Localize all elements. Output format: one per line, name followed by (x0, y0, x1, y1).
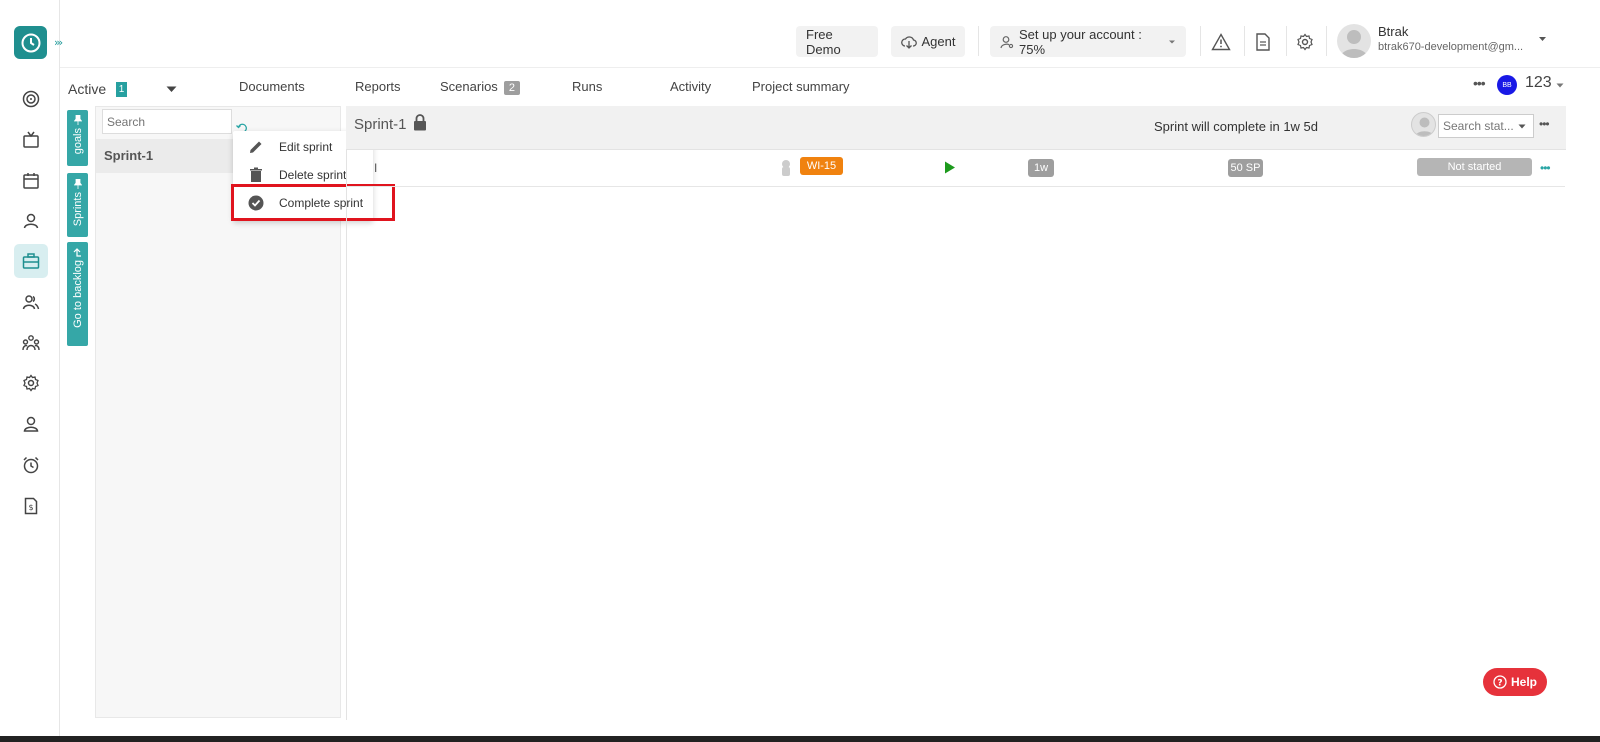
project-caret-icon[interactable] (1556, 83, 1564, 88)
gear-icon[interactable] (1294, 31, 1316, 53)
top-strip (0, 0, 1600, 6)
work-item-name[interactable]: I (374, 161, 377, 175)
tab-reports[interactable]: Reports (355, 79, 401, 94)
sprint-completion-note: Sprint will complete in 1w 5d (1154, 119, 1319, 134)
edit-sprint-label: Edit sprint (279, 139, 333, 154)
agent-button[interactable]: Agent (891, 26, 965, 57)
projects-briefcase-icon[interactable] (14, 244, 48, 278)
sprint-title: Sprint-1 (354, 116, 407, 133)
divider (1244, 26, 1245, 56)
scenarios-count-badge: 2 (503, 81, 520, 95)
cloud-download-icon (900, 35, 917, 49)
tv-icon[interactable] (14, 123, 48, 157)
project-avatar[interactable]: BB (1497, 75, 1517, 95)
sprint-work-items-area (346, 150, 1566, 720)
alarm-clock-icon[interactable] (14, 448, 48, 482)
trash-icon (233, 167, 279, 183)
calendar-icon[interactable] (14, 164, 48, 198)
user-menu-caret-icon[interactable] (1538, 36, 1547, 42)
more-options-icon[interactable]: ••• (1473, 75, 1486, 91)
tab-scenarios-label: Scenarios (440, 79, 498, 94)
sprints-vertical-tab[interactable]: Sprints (67, 173, 88, 237)
help-button[interactable]: ? Help (1483, 668, 1547, 696)
warning-icon[interactable] (1210, 31, 1232, 53)
project-tab-bar: Active 1 Documents Reports Scenarios 2 Ru… (60, 70, 1600, 106)
free-demo-label: Free Demo (806, 26, 841, 57)
work-item-more-icon[interactable]: ••• (1540, 161, 1551, 175)
pin-icon (73, 115, 82, 125)
settings-icon[interactable] (14, 366, 48, 400)
sprint-list-item[interactable]: Sprint-1 (96, 139, 236, 173)
assignee-icon[interactable] (780, 159, 792, 177)
status-caret-icon[interactable] (1518, 124, 1526, 129)
active-sprints-label[interactable]: Active (68, 81, 106, 97)
pin-icon (73, 179, 82, 189)
svg-text:$: $ (28, 503, 33, 512)
divider (1286, 26, 1287, 56)
invoice-icon[interactable]: $ (14, 489, 48, 523)
project-selector[interactable]: 123 (1525, 74, 1552, 92)
tab-project-summary[interactable]: Project summary (752, 79, 850, 94)
team-icon[interactable] (14, 285, 48, 319)
backlog-tab-label: Go to backlog (71, 260, 84, 328)
return-arrow-icon (73, 248, 82, 257)
document-icon[interactable] (1252, 31, 1274, 53)
caret-down-icon (1168, 39, 1176, 45)
question-icon: ? (1493, 675, 1507, 689)
work-item-status[interactable]: Not started (1417, 158, 1532, 176)
backlog-vertical-tab[interactable]: Go to backlog (67, 242, 88, 346)
tab-runs[interactable]: Runs (572, 79, 602, 94)
tab-documents[interactable]: Documents (239, 79, 305, 94)
sprint-header-bar (346, 106, 1566, 150)
sprint-more-icon[interactable]: ••• (1539, 117, 1550, 131)
help-label: Help (1510, 675, 1537, 689)
user-icon[interactable] (14, 204, 48, 238)
active-dropdown-caret-icon[interactable] (166, 86, 177, 93)
lock-icon[interactable] (413, 114, 427, 131)
work-item-row[interactable]: I WI-15 1w 50 SP Not started ••• (347, 151, 1565, 187)
agent-label: Agent (921, 34, 956, 49)
play-icon[interactable] (944, 161, 956, 174)
user-name[interactable]: Btrak (1378, 24, 1408, 39)
status-search-placeholder: Search stat... (1443, 119, 1514, 133)
work-item-id-badge[interactable]: WI-15 (800, 157, 843, 175)
profile-icon[interactable] (14, 407, 48, 441)
free-demo-button[interactable]: Free Demo (796, 26, 878, 57)
org-icon[interactable] (14, 326, 48, 360)
bottom-bar (0, 736, 1600, 742)
user-avatar[interactable] (1337, 24, 1371, 58)
goals-tab-label: goals (71, 128, 84, 155)
delete-sprint-label: Delete sprint (279, 167, 347, 182)
dashboard-icon[interactable] (14, 82, 48, 116)
active-count-badge: 1 (116, 82, 127, 97)
setup-account-label: Set up your account : 75% (1019, 26, 1142, 57)
divider (978, 26, 979, 56)
user-gear-icon (1000, 35, 1014, 49)
divider (1326, 26, 1327, 56)
top-header: Free Demo Agent Set up your account : 75… (60, 16, 1600, 68)
user-email[interactable]: btrak670-development@gm... (1378, 41, 1523, 53)
story-points-badge[interactable]: 50 SP (1228, 159, 1263, 177)
goals-vertical-tab[interactable]: goals (67, 110, 88, 166)
sprint-search-input[interactable] (102, 109, 232, 134)
tab-activity[interactable]: Activity (670, 79, 711, 94)
assignee-filter-avatar[interactable] (1411, 112, 1436, 137)
pencil-icon (233, 139, 279, 155)
app-logo[interactable] (14, 26, 47, 59)
tab-scenarios[interactable]: Scenarios 2 (440, 79, 520, 95)
sprints-tab-label: Sprints (71, 192, 84, 227)
svg-text:?: ? (1497, 679, 1502, 689)
setup-account-dropdown[interactable]: Set up your account : 75% (990, 26, 1186, 57)
divider (1200, 26, 1201, 56)
estimate-badge[interactable]: 1w (1028, 159, 1054, 177)
